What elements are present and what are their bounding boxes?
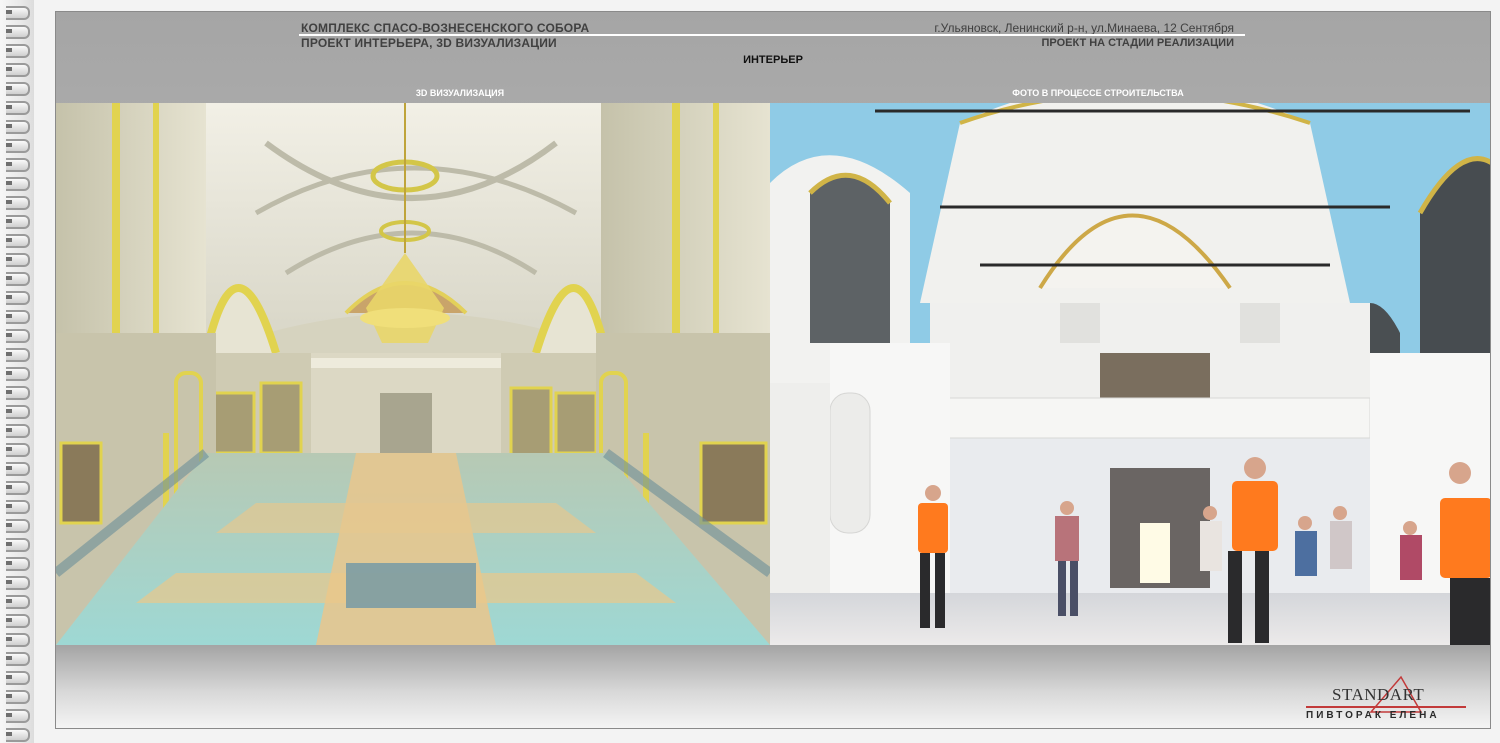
binding-ring <box>6 348 30 362</box>
binding-ring <box>6 595 30 609</box>
project-stage: ПРОЕКТ НА СТАДИИ РЕАЛИЗАЦИИ <box>1041 37 1234 49</box>
render-image <box>56 103 770 645</box>
binding-ring <box>6 538 30 552</box>
logo-brand: STANDART <box>1332 685 1425 704</box>
binding-ring <box>6 367 30 381</box>
binding-ring <box>6 576 30 590</box>
studio-logo: STANDART ПИВТОРАК ЕЛЕНА <box>1306 672 1476 727</box>
section-title: ИНТЕРЬЕР <box>743 54 803 66</box>
binding-ring <box>6 443 30 457</box>
binding-ring <box>6 101 30 115</box>
project-info: г.Ульяновск, Ленинский р-н, ул.Минаева, … <box>934 21 1234 51</box>
binding-ring <box>6 234 30 248</box>
bottom-panel <box>56 645 1490 728</box>
binding-ring <box>6 424 30 438</box>
binding-ring <box>6 196 30 210</box>
binding-ring <box>6 633 30 647</box>
binding-ring <box>6 158 30 172</box>
binding-ring <box>6 139 30 153</box>
binding-ring <box>6 671 30 685</box>
binding-ring <box>6 690 30 704</box>
spiral-binding <box>0 0 34 743</box>
binding-ring <box>6 310 30 324</box>
binding-ring <box>6 405 30 419</box>
binding-ring <box>6 709 30 723</box>
presentation-sheet: КОМПЛЕКС СПАСО-ВОЗНЕСЕНСКОГО СОБОРА ПРОЕ… <box>55 11 1491 729</box>
binding-ring <box>6 253 30 267</box>
project-title: КОМПЛЕКС СПАСО-ВОЗНЕСЕНСКОГО СОБОРА ПРОЕ… <box>301 21 589 51</box>
binding-ring <box>6 728 30 742</box>
logo-author: ПИВТОРАК ЕЛЕНА <box>1306 710 1440 721</box>
binding-ring <box>6 291 30 305</box>
binding-ring <box>6 462 30 476</box>
logo-underline <box>1306 706 1466 708</box>
binding-ring <box>6 177 30 191</box>
binding-ring <box>6 6 30 20</box>
binding-ring <box>6 614 30 628</box>
binding-ring <box>6 63 30 77</box>
title-divider <box>299 34 1245 36</box>
binding-ring <box>6 44 30 58</box>
binding-ring <box>6 25 30 39</box>
binding-ring <box>6 500 30 514</box>
binding-ring <box>6 557 30 571</box>
binding-ring <box>6 652 30 666</box>
binding-ring <box>6 386 30 400</box>
binding-ring <box>6 215 30 229</box>
right-panel-label: ФОТО В ПРОЦЕССЕ СТРОИТЕЛЬСТВА <box>1012 88 1184 98</box>
binding-ring <box>6 329 30 343</box>
binding-ring <box>6 272 30 286</box>
binding-ring <box>6 82 30 96</box>
left-panel-label: 3D ВИЗУАЛИЗАЦИЯ <box>415 88 505 98</box>
binding-ring <box>6 519 30 533</box>
construction-photo <box>770 103 1490 645</box>
project-title-line2: ПРОЕКТ ИНТЕРЬЕРА, 3D ВИЗУАЛИЗАЦИИ <box>301 36 557 50</box>
binding-ring <box>6 481 30 495</box>
binding-ring <box>6 120 30 134</box>
